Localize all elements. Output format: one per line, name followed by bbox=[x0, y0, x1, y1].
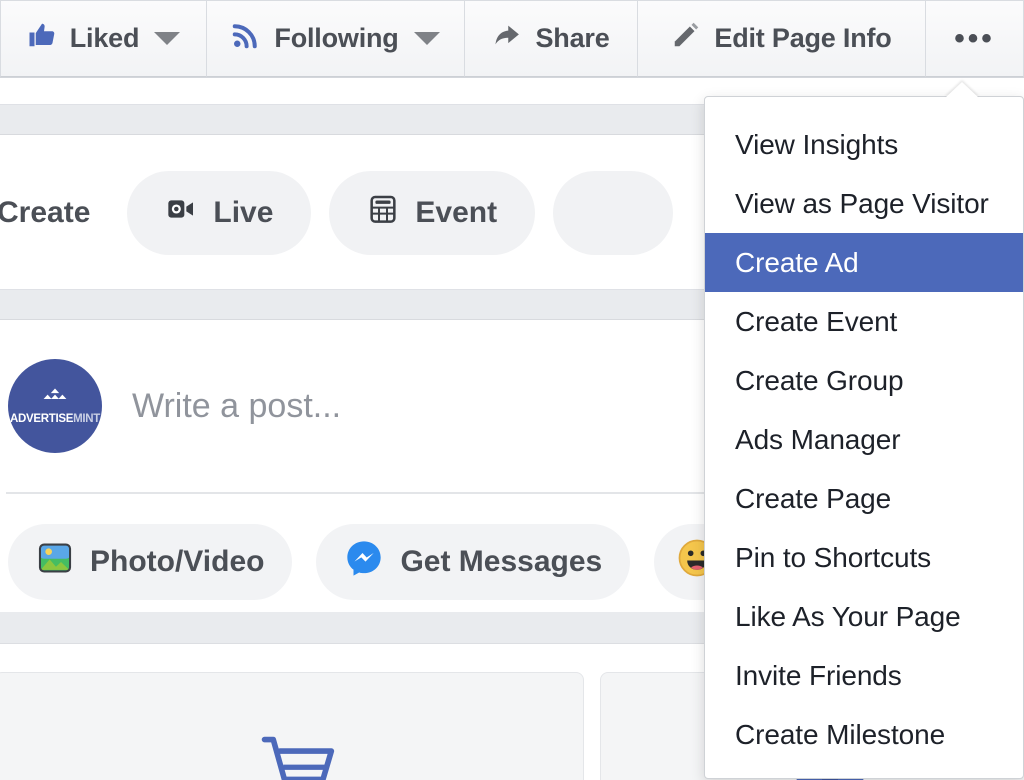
page-more-options-menu: View Insights View as Page Visitor Creat… bbox=[704, 96, 1024, 779]
get-messages-label: Get Messages bbox=[400, 545, 603, 578]
get-messages-button[interactable]: Get Messages bbox=[316, 524, 631, 600]
chevron-down-icon bbox=[413, 32, 440, 45]
create-live-button[interactable]: Live bbox=[127, 170, 312, 255]
menu-item-invite-friends[interactable]: Invite Friends bbox=[705, 646, 1023, 705]
thumbs-up-icon bbox=[27, 20, 57, 57]
photo-video-button[interactable]: Photo/Video bbox=[8, 524, 293, 600]
menu-item-like-as-your-page[interactable]: Like As Your Page bbox=[705, 587, 1023, 646]
avatar-logo-text: ADVERTISEMINT bbox=[9, 412, 101, 425]
create-live-label: Live bbox=[213, 195, 274, 229]
menu-item-create-page[interactable]: Create Page bbox=[705, 469, 1023, 528]
liked-button[interactable]: Liked bbox=[0, 0, 207, 77]
menu-item-pin-to-shortcuts[interactable]: Pin to Shortcuts bbox=[705, 528, 1023, 587]
menu-item-create-group[interactable]: Create Group bbox=[705, 351, 1023, 410]
following-button-label: Following bbox=[274, 23, 399, 53]
edit-page-info-label: Edit Page Info bbox=[714, 23, 892, 53]
menu-item-create-ad[interactable]: Create Ad bbox=[705, 233, 1023, 292]
create-event-button[interactable]: Event bbox=[329, 170, 536, 255]
rss-icon bbox=[231, 20, 261, 57]
advertisemint-logo-icon bbox=[34, 387, 76, 412]
messenger-icon bbox=[344, 538, 384, 586]
create-more-button-partial[interactable] bbox=[553, 170, 674, 255]
facebook-page-admin-view: Liked Following Share Edit Page Info •••… bbox=[0, 0, 1024, 780]
liked-button-label: Liked bbox=[69, 23, 140, 53]
photo-video-label: Photo/Video bbox=[90, 545, 265, 578]
edit-page-info-button[interactable]: Edit Page Info bbox=[638, 0, 926, 77]
share-button-label: Share bbox=[535, 23, 610, 53]
menu-item-create-event[interactable]: Create Event bbox=[705, 292, 1023, 351]
share-button[interactable]: Share bbox=[465, 0, 638, 77]
menu-item-create-milestone[interactable]: Create Milestone bbox=[705, 705, 1023, 764]
menu-item-view-insights[interactable]: View Insights bbox=[705, 115, 1023, 174]
menu-caret-icon bbox=[945, 82, 979, 98]
shopping-cart-icon bbox=[258, 735, 348, 780]
calendar-grid-icon bbox=[367, 193, 399, 233]
pencil-icon bbox=[671, 20, 701, 57]
more-options-button[interactable]: ••• bbox=[926, 0, 1024, 77]
menu-item-view-as-page-visitor[interactable]: View as Page Visitor bbox=[705, 174, 1023, 233]
photo-video-icon bbox=[36, 539, 74, 585]
share-arrow-icon bbox=[492, 20, 522, 57]
page-action-toolbar: Liked Following Share Edit Page Info ••• bbox=[0, 0, 1024, 78]
following-button[interactable]: Following bbox=[207, 0, 465, 77]
chevron-down-icon bbox=[154, 32, 181, 45]
create-event-label: Event bbox=[415, 195, 498, 229]
ellipsis-icon: ••• bbox=[954, 21, 995, 55]
avatar: ADVERTISEMINT bbox=[8, 359, 102, 453]
video-camera-icon bbox=[165, 193, 197, 233]
create-row-label: Create bbox=[0, 195, 91, 229]
write-post-input[interactable]: Write a post... bbox=[132, 387, 341, 426]
menu-item-ads-manager[interactable]: Ads Manager bbox=[705, 410, 1023, 469]
